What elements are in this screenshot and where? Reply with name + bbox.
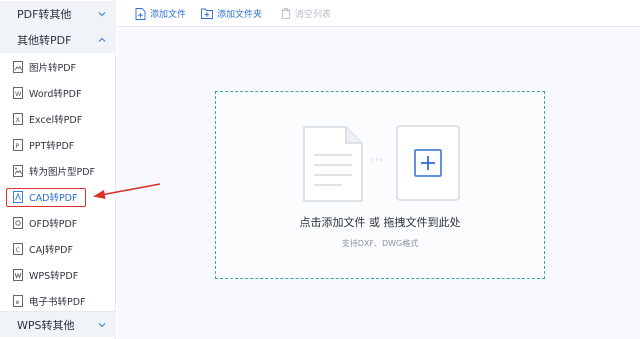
drop-zone-subtitle: 支持DXF、DWG格式 [341,239,419,248]
sidebar-item-excel-to-pdf[interactable]: X Excel转PDF [0,106,116,132]
add-folder-label: 添加文件夹 [217,10,263,20]
image-pdf-icon [13,165,23,177]
sidebar: PDF转其他 其他转PDF 图片转PDF W Word转PDF X Excel转… [0,0,116,339]
svg-text:P: P [16,142,20,150]
group-pdf-to-other[interactable]: PDF转其他 [0,1,116,27]
ppt-file-icon: P [13,139,23,151]
excel-file-icon: X [13,113,23,125]
main-area: ››› 点击添加文件 或 拖拽文件到此处 支持DXF、DWG格式 [117,28,640,339]
sidebar-item-caj-to-pdf[interactable]: C CAJ转PDF [0,236,116,262]
svg-text:C: C [16,246,21,254]
group-pdf-to-other-label: PDF转其他 [17,8,72,21]
image-file-icon [13,61,23,73]
toolbar: 添加文件 添加文件夹 清空列表 [117,0,640,27]
ofd-file-icon [13,217,23,229]
annotation-highlight-box [6,188,86,207]
chevron-up-icon [98,37,106,42]
ebook-file-icon: e [13,295,23,307]
document-icon [303,126,363,202]
word-file-icon: W [13,87,23,99]
sidebar-item-cad-to-pdf[interactable]: CAD转PDF [0,184,116,210]
drop-zone-title: 点击添加文件 或 拖拽文件到此处 [299,216,461,229]
sidebar-item-label: Word转PDF [29,89,82,100]
add-plus-icon [396,125,460,201]
clear-list-label: 清空列表 [295,10,332,20]
wps-file-icon [13,269,23,281]
trash-icon [281,8,291,19]
add-folder-button[interactable]: 添加文件夹 [201,6,262,21]
sidebar-item-label: WPS转PDF [29,271,79,282]
sidebar-item-ofd-to-pdf[interactable]: OFD转PDF [0,210,116,236]
group-wps-to-other-label: WPS转其他 [17,318,75,332]
file-drop-zone[interactable]: ››› 点击添加文件 或 拖拽文件到此处 支持DXF、DWG格式 [215,91,545,279]
group-other-to-pdf[interactable]: 其他转PDF [0,27,116,53]
chevron-down-icon [98,12,106,17]
sidebar-item-to-image-pdf[interactable]: 转为图片型PDF [0,158,116,184]
caj-file-icon: C [13,243,23,255]
sidebar-item-label: OFD转PDF [29,219,78,230]
arrows-separator: ››› [371,155,384,164]
group-other-to-pdf-label: 其他转PDF [17,34,72,47]
sidebar-item-label: 图片转PDF [29,63,77,74]
group-wps-to-other[interactable]: WPS转其他 [0,311,116,337]
sidebar-item-wps-to-pdf[interactable]: WPS转PDF [0,262,116,288]
sidebar-item-word-to-pdf[interactable]: W Word转PDF [0,80,116,106]
add-file-button[interactable]: 添加文件 [135,6,186,21]
sidebar-item-label: Excel转PDF [29,115,83,126]
add-file-label: 添加文件 [150,10,187,20]
sidebar-item-image-to-pdf[interactable]: 图片转PDF [0,54,116,80]
clear-list-button[interactable]: 清空列表 [281,6,331,21]
add-file-icon [135,7,146,20]
svg-text:W: W [15,90,22,98]
svg-text:e: e [16,298,20,306]
chevron-down-icon [98,323,106,328]
svg-text:X: X [16,116,21,124]
sidebar-item-ppt-to-pdf[interactable]: P PPT转PDF [0,132,116,158]
sidebar-item-label: 电子书转PDF [29,297,86,308]
sidebar-item-label: 转为图片型PDF [29,167,96,178]
add-folder-icon [201,8,213,19]
sidebar-item-label: PPT转PDF [29,141,75,152]
sidebar-item-label: CAJ转PDF [29,245,73,256]
